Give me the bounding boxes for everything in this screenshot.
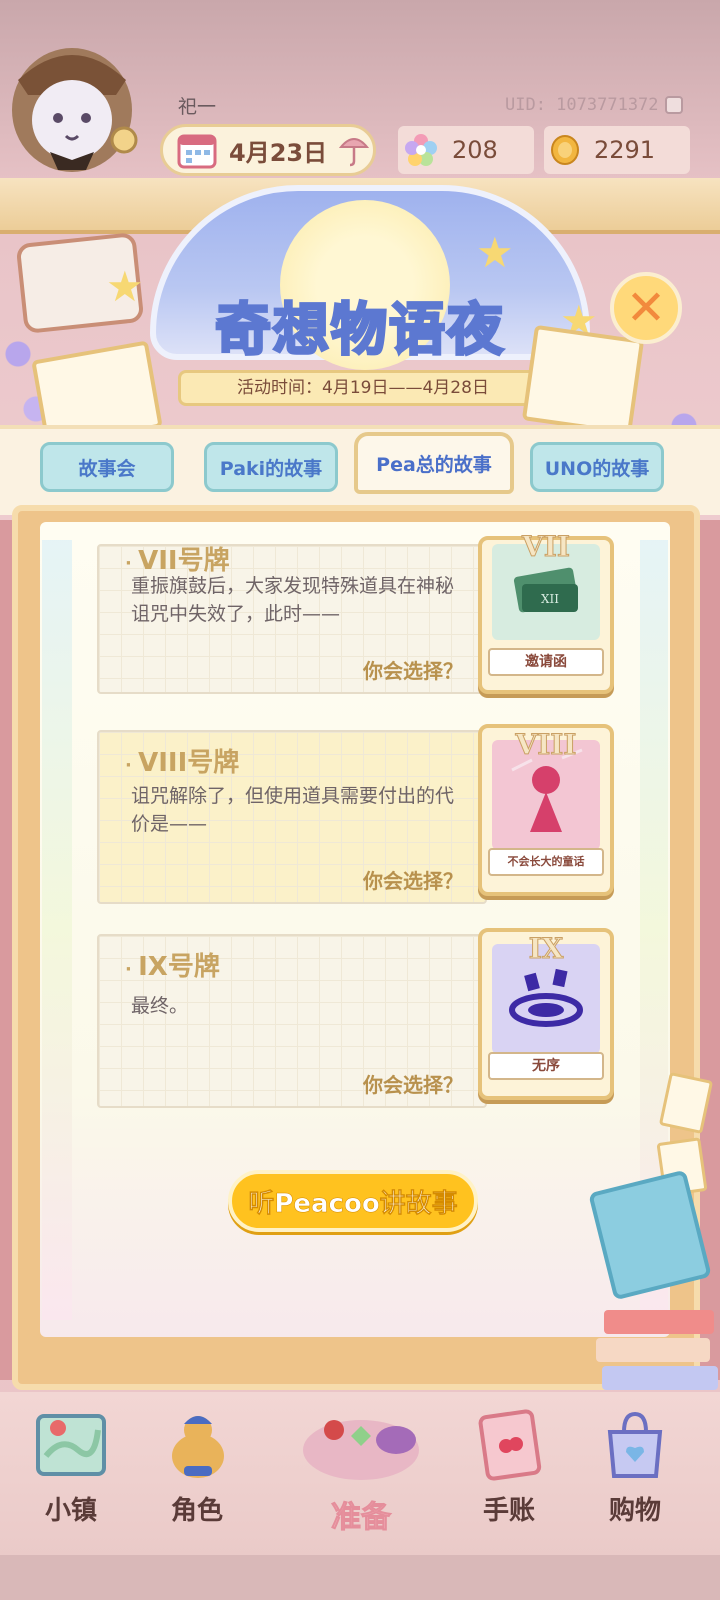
story-description: 最终。	[131, 995, 189, 1017]
nav-label: 小镇	[44, 1496, 97, 1526]
tarot-number: IX	[528, 932, 564, 966]
coin-counter[interactable]: 2291	[544, 126, 690, 174]
rainbow-strip-left	[42, 540, 72, 1320]
date-pill[interactable]: 4月23日	[160, 124, 376, 176]
gem-counter[interactable]: 208	[398, 126, 534, 174]
shopping-bag-icon	[607, 1411, 663, 1478]
story-card-ix[interactable]: IX号牌 最终。 你会选择？ IX 无序	[97, 928, 617, 1108]
flower-gem-icon	[405, 134, 437, 166]
calendar-icon	[177, 134, 217, 169]
bottom-strip	[0, 1555, 720, 1600]
nav-label: 角色	[170, 1496, 223, 1526]
tarot-label: 无序	[488, 1052, 604, 1080]
nav-town[interactable]: 小镇	[16, 1400, 126, 1540]
tarot-card-ix[interactable]: IX 无序	[478, 928, 614, 1100]
tarot-label: 邀请函	[488, 648, 604, 676]
umbrella-icon	[339, 138, 370, 167]
tarot-decoration-right	[521, 324, 645, 436]
player-avatar[interactable]	[6, 40, 138, 180]
choose-button[interactable]: 你会选择？	[363, 1069, 463, 1098]
tarot-number: VIII	[515, 728, 577, 762]
choose-button[interactable]: 你会选择？	[363, 865, 463, 894]
copy-icon[interactable]	[664, 96, 683, 114]
star-icon: ★	[106, 262, 144, 311]
story-title: VIII号牌	[125, 742, 239, 779]
journal-icon	[478, 1409, 542, 1481]
nav-prepare[interactable]: 准备	[286, 1400, 436, 1540]
listen-story-button[interactable]: 听Peacoo讲故事	[228, 1170, 478, 1232]
tab-uno-story[interactable]: UNO的故事	[530, 442, 664, 492]
coin-icon	[551, 135, 579, 165]
nav-shopping[interactable]: 购物	[580, 1400, 690, 1540]
date-text: 4月23日	[229, 138, 328, 167]
close-button[interactable]: ✕	[610, 272, 682, 344]
tarot-card-viii[interactable]: VIII 不会长大的童话	[478, 724, 614, 896]
tarot-number: VII	[522, 530, 571, 564]
tarot-card-vii[interactable]: XII VII 邀请函	[478, 530, 614, 694]
coin-count: 2291	[594, 136, 656, 164]
close-icon: ✕	[625, 280, 667, 336]
story-card-viii[interactable]: VIII号牌 诅咒解除了，但使用道具需要付出的代价是—— 你会选择？ VIII …	[97, 724, 617, 904]
nav-journal[interactable]: 手账	[454, 1400, 564, 1540]
star-icon: ★	[476, 228, 514, 277]
story-card-vii[interactable]: VII号牌 重振旗鼓后，大家发现特殊道具在神秘诅咒中失效了，此时—— 你会选择？…	[97, 530, 617, 694]
choose-button[interactable]: 你会选择？	[363, 655, 463, 684]
prepare-icon	[303, 1420, 419, 1480]
tab-story-club[interactable]: 故事会	[40, 442, 174, 492]
book-stack-decoration	[596, 1306, 720, 1396]
player-uid: UID: 1073771372	[505, 92, 695, 118]
story-description: 诅咒解除了，但使用道具需要付出的代价是——	[131, 785, 455, 835]
tarot-label: 不会长大的童话	[488, 848, 604, 876]
nav-label: 手账	[482, 1496, 535, 1526]
event-time: 活动时间：4月19日——4月28日	[178, 370, 548, 406]
map-icon	[36, 1414, 106, 1476]
nav-label: 购物	[608, 1496, 661, 1526]
tab-paki-story[interactable]: Paki的故事	[204, 442, 338, 492]
character-icon	[172, 1416, 224, 1478]
svg-text:XII: XII	[541, 592, 559, 606]
tab-pea-story[interactable]: Pea总的故事	[354, 432, 514, 494]
event-title: 奇想物语夜	[214, 297, 505, 365]
nav-label: 准备	[331, 1500, 392, 1536]
player-name: 祀一	[178, 96, 217, 118]
nav-character[interactable]: 角色	[142, 1400, 252, 1540]
uid-text: UID: 1073771372	[505, 95, 659, 115]
story-description: 重振旗鼓后，大家发现特殊道具在神秘诅咒中失效了，此时——	[131, 575, 455, 625]
story-title: IX号牌	[125, 946, 220, 983]
gem-count: 208	[452, 136, 498, 164]
